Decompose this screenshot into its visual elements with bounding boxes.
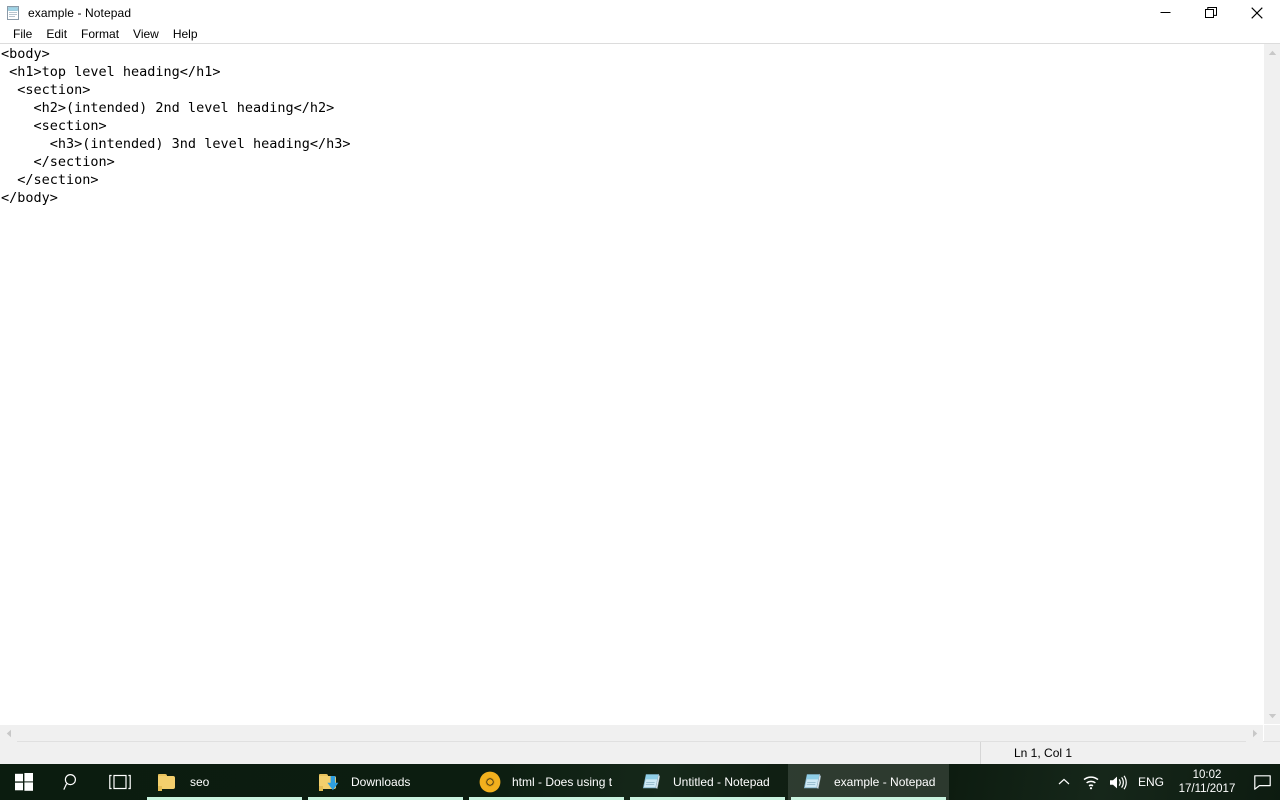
minimize-icon: [1160, 12, 1170, 13]
scroll-left-icon: [6, 729, 11, 737]
menu-file[interactable]: File: [6, 26, 39, 43]
menu-help[interactable]: Help: [166, 26, 205, 43]
notepad-icon: [640, 771, 662, 793]
taskbar-item-label: example - Notepad: [834, 775, 935, 789]
horizontal-scrollbar[interactable]: [0, 724, 1263, 742]
chrome-icon: [479, 771, 501, 793]
scroll-down-icon: [1268, 713, 1276, 718]
menu-bar: File Edit Format View Help: [0, 25, 1280, 44]
scroll-right-icon: [1252, 729, 1257, 737]
taskbar-item-seo[interactable]: seo: [144, 764, 305, 800]
taskbar-item-label: Untitled - Notepad: [673, 775, 770, 789]
editor-area: <body> <h1>top level heading</h1> <secti…: [0, 44, 1280, 742]
taskbar-empty-space: [949, 764, 1050, 800]
restore-icon: [1205, 6, 1217, 18]
tray-overflow-button[interactable]: [1050, 764, 1078, 800]
task-view-icon: [109, 774, 131, 790]
clock-time: 10:02: [1192, 769, 1222, 781]
taskbar-item-downloads[interactable]: Downloads: [305, 764, 466, 800]
search-icon: [63, 773, 77, 790]
taskbar-item-label: html - Does using t...: [512, 775, 613, 789]
minimize-button[interactable]: [1142, 0, 1188, 25]
download-arrow-icon: [327, 776, 339, 791]
notepad-icon: [5, 5, 21, 21]
menu-format[interactable]: Format: [74, 26, 126, 43]
chevron-up-icon: [1058, 778, 1070, 785]
clock-date: 17/11/2017: [1178, 783, 1236, 795]
network-button[interactable]: [1078, 764, 1104, 800]
restore-button[interactable]: [1188, 0, 1234, 25]
close-button[interactable]: [1234, 0, 1280, 25]
scroll-left-button[interactable]: [0, 724, 17, 742]
taskbar-item-label: Downloads: [351, 775, 411, 789]
wifi-icon: [1083, 775, 1099, 789]
taskbar-item-untitled-notepad[interactable]: Untitled - Notepad: [627, 764, 788, 800]
volume-button[interactable]: [1104, 764, 1132, 800]
taskbar: seo Downloads html - Does using t... Unt…: [0, 764, 1280, 800]
close-icon: [1251, 6, 1263, 19]
text-editor[interactable]: <body> <h1>top level heading</h1> <secti…: [0, 44, 1263, 724]
cursor-position: Ln 1, Col 1: [980, 741, 1280, 765]
menu-edit[interactable]: Edit: [39, 26, 74, 43]
desktop: example - Notepad File Edit Format View …: [0, 0, 1280, 800]
search-button[interactable]: [48, 764, 96, 800]
system-tray: ENG 10:02 17/11/2017: [1050, 764, 1280, 800]
notepad-window: example - Notepad File Edit Format View …: [0, 0, 1280, 765]
taskbar-item-label: seo: [190, 775, 210, 789]
scroll-right-button[interactable]: [1246, 724, 1263, 742]
action-center-button[interactable]: [1244, 764, 1280, 800]
language-indicator[interactable]: ENG: [1132, 764, 1170, 800]
windows-logo-icon: [15, 773, 33, 791]
task-view-button[interactable]: [96, 764, 144, 800]
start-button[interactable]: [0, 764, 48, 800]
title-bar[interactable]: example - Notepad: [0, 0, 1280, 25]
taskbar-system-buttons: [0, 764, 144, 800]
folder-icon: [157, 771, 179, 793]
menu-view[interactable]: View: [126, 26, 166, 43]
taskbar-items: seo Downloads html - Does using t... Unt…: [144, 764, 949, 800]
scroll-down-button[interactable]: [1263, 707, 1280, 724]
notepad-icon: [801, 771, 823, 793]
editor-text[interactable]: <body> <h1>top level heading</h1> <secti…: [1, 45, 1263, 207]
clock[interactable]: 10:02 17/11/2017: [1170, 764, 1244, 800]
taskbar-item-chrome[interactable]: html - Does using t...: [466, 764, 627, 800]
scroll-up-icon: [1268, 50, 1276, 55]
taskbar-item-example-notepad[interactable]: example - Notepad: [788, 764, 949, 800]
action-center-icon: [1253, 774, 1271, 790]
window-controls: [1142, 0, 1280, 25]
vertical-scrollbar[interactable]: [1263, 44, 1280, 724]
volume-icon: [1109, 774, 1127, 790]
scrollbar-corner: [1263, 724, 1280, 741]
status-bar: Ln 1, Col 1: [0, 741, 1280, 765]
scroll-up-button[interactable]: [1263, 44, 1280, 61]
window-title: example - Notepad: [28, 5, 132, 20]
downloads-folder-icon: [318, 771, 340, 793]
